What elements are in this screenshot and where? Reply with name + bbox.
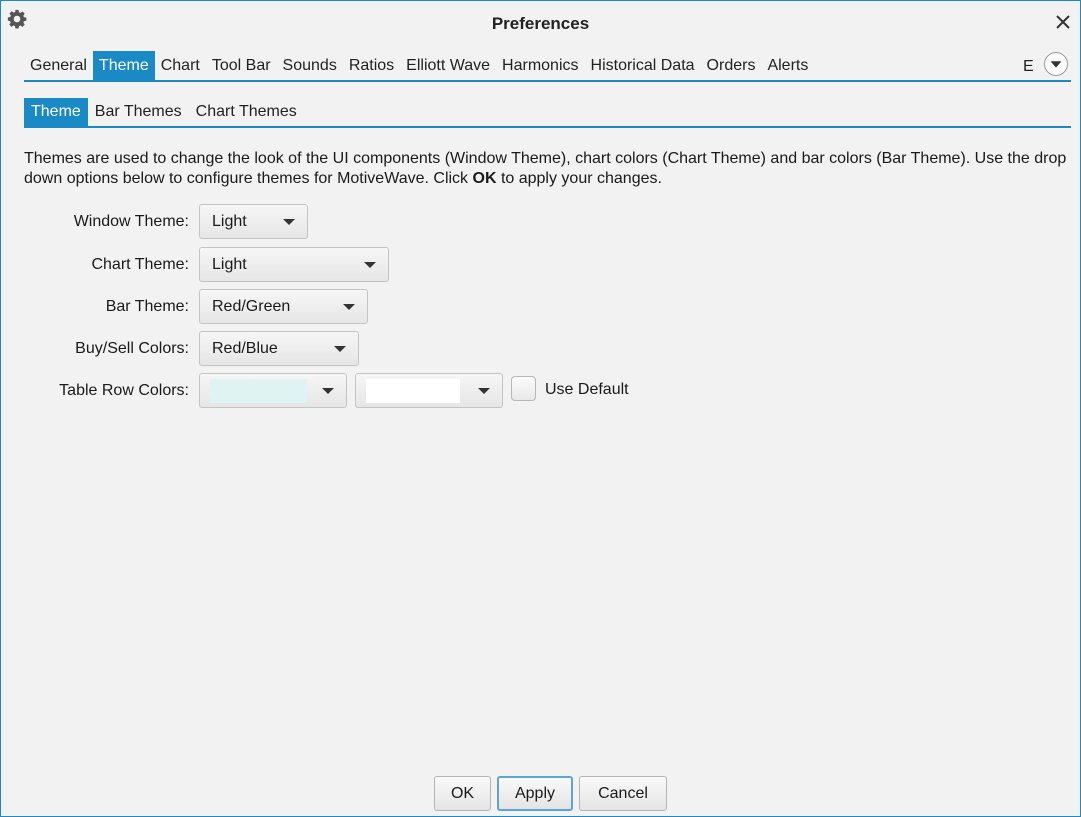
preferences-dialog: Preferences General Theme Chart Tool Bar… [0,0,1081,817]
tab-ratios[interactable]: Ratios [343,51,400,80]
description-text: Themes are used to change the look of th… [24,149,1074,189]
subtab-bar-themes[interactable]: Bar Themes [88,98,189,126]
tab-historical-data[interactable]: Historical Data [585,51,701,80]
chevron-down-icon [364,262,376,268]
chevron-down-icon [343,304,355,310]
tab-alerts[interactable]: Alerts [761,51,814,80]
tab-general[interactable]: General [24,51,93,80]
use-default-checkbox[interactable] [511,376,536,401]
tab-chart[interactable]: Chart [155,51,206,80]
tab-harmonics[interactable]: Harmonics [496,51,584,80]
window-theme-value: Light [212,213,247,230]
chevron-down-icon [334,346,346,352]
main-tab-underline [24,80,1071,82]
table-row-color-1-select[interactable] [199,373,347,408]
subtab-chart-themes[interactable]: Chart Themes [189,98,304,126]
use-default-label: Use Default [545,381,629,398]
ok-button[interactable]: OK [434,776,491,811]
tab-overflow-label[interactable]: E [1017,58,1033,76]
subtab-theme[interactable]: Theme [24,98,88,126]
buy-sell-colors-select[interactable]: Red/Blue [199,331,359,366]
tab-sounds[interactable]: Sounds [277,51,343,80]
description-bold: OK [472,170,497,187]
main-tab-bar: General Theme Chart Tool Bar Sounds Rati… [24,51,814,80]
buy-sell-colors-value: Red/Blue [212,340,278,357]
title-bar: Preferences [1,1,1080,45]
color-swatch-2 [366,379,460,403]
sub-tab-bar: Theme Bar Themes Chart Themes [24,98,304,126]
bar-theme-select[interactable]: Red/Green [199,289,368,324]
window-title: Preferences [491,14,590,33]
table-row-colors-label: Table Row Colors: [59,382,189,399]
chevron-down-icon [322,388,334,394]
apply-button[interactable]: Apply [497,776,573,811]
table-row-color-2-select[interactable] [355,373,503,408]
tab-theme[interactable]: Theme [92,51,155,80]
chart-theme-value: Light [212,256,247,273]
description-after: to apply your changes. [496,170,662,187]
sub-tab-underline [24,126,1071,128]
chart-theme-select[interactable]: Light [199,247,389,282]
tab-tool-bar[interactable]: Tool Bar [206,51,277,80]
tab-orders[interactable]: Orders [701,51,762,80]
color-swatch-1 [210,379,307,403]
close-icon[interactable] [1054,13,1072,31]
buy-sell-colors-label: Buy/Sell Colors: [75,340,189,357]
chevron-down-icon [478,388,490,394]
bar-theme-label: Bar Theme: [105,298,189,315]
window-theme-label: Window Theme: [73,213,189,230]
chart-theme-label: Chart Theme: [91,256,189,273]
tab-elliott-wave[interactable]: Elliott Wave [400,51,496,80]
bar-theme-value: Red/Green [212,298,291,315]
cancel-button[interactable]: Cancel [579,776,667,811]
chevron-down-circle-icon[interactable] [1044,52,1068,76]
window-theme-select[interactable]: Light [199,204,308,239]
chevron-down-icon [283,219,295,225]
